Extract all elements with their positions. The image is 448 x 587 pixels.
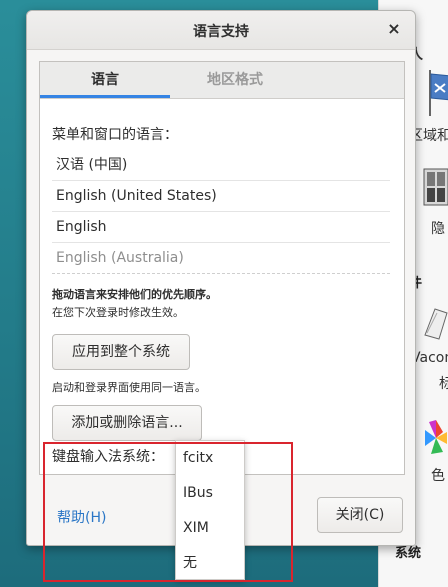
tablet-icon[interactable] (423, 305, 448, 345)
close-icon[interactable]: × (383, 18, 405, 40)
tab-language[interactable]: 语言 (40, 62, 170, 98)
input-method-dropdown: fcitx IBus XIM 无 (175, 440, 245, 580)
dialog-title: 语言支持 (193, 24, 249, 40)
apply-system-wide-button[interactable]: 应用到整个系统 (52, 334, 190, 370)
option-none[interactable]: 无 (176, 546, 244, 581)
tab-notebook: 语言 地区格式 菜单和窗口的语言： 汉语 (中国) English (Unite… (39, 61, 405, 475)
bg-item-privacy[interactable]: 隐 (431, 218, 445, 238)
keyboard-input-method-label: 键盘输入法系统： (52, 449, 164, 465)
language-flag-icon[interactable] (427, 70, 448, 120)
option-ibus[interactable]: IBus (176, 476, 244, 511)
language-item[interactable]: 汉语 (中国) (52, 150, 390, 181)
language-item[interactable]: English (Australia) (52, 243, 390, 274)
bg-item-wacom-2: 标 (439, 376, 448, 392)
dialog-titlebar[interactable]: 语言支持 × (27, 11, 415, 50)
bg-item-color[interactable]: 色 (431, 465, 445, 485)
effect-hint: 在您下次登录时修改生效。 (52, 306, 184, 319)
language-item[interactable]: English (United States) (52, 181, 390, 212)
option-xim[interactable]: XIM (176, 511, 244, 546)
language-list: 汉语 (中国) English (United States) English … (52, 150, 390, 274)
login-hint: 启动和登录界面使用同一语言。 (52, 381, 206, 394)
help-link[interactable]: 帮助(H) (57, 507, 106, 527)
privacy-cabinet-icon[interactable] (423, 168, 448, 210)
color-wheel-icon[interactable] (423, 418, 448, 462)
menu-language-label: 菜单和窗口的语言： (52, 127, 178, 143)
option-fcitx[interactable]: fcitx (176, 441, 244, 476)
close-button[interactable]: 关闭(C) (317, 497, 403, 533)
drag-hint: 拖动语言来安排他们的优先顺序。 (52, 288, 217, 301)
bg-item-wacom[interactable]: Vacon (411, 350, 448, 366)
tab-regional-formats[interactable]: 地区格式 (170, 62, 300, 98)
language-item[interactable]: English (52, 212, 390, 243)
add-remove-languages-button[interactable]: 添加或删除语言... (52, 405, 202, 441)
tab-bar: 语言 地区格式 (40, 62, 404, 99)
